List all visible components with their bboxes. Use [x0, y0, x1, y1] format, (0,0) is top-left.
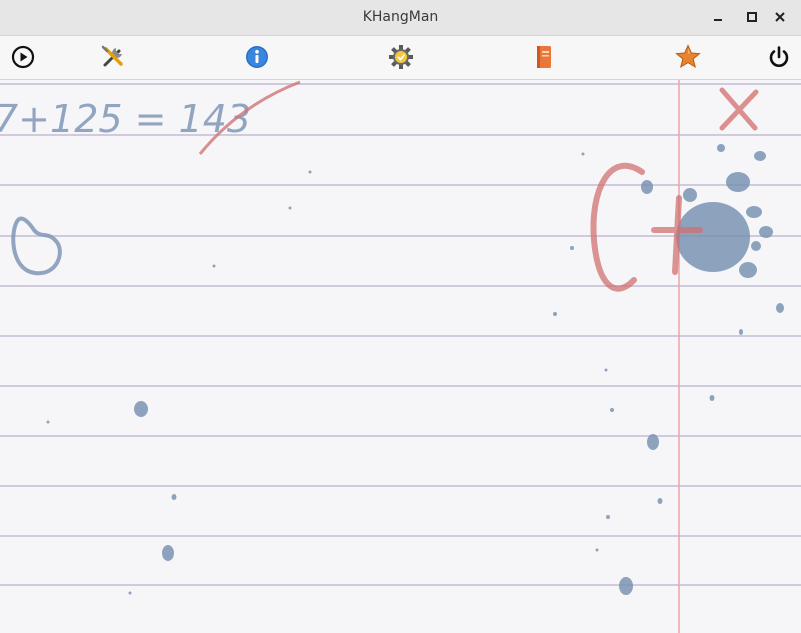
favorites-button[interactable] [672, 41, 704, 73]
equation-doodle: 7+125 = 143 [0, 97, 251, 141]
ink-drops [46, 152, 743, 595]
title-bar: KHangMan [0, 0, 801, 36]
notebook-paper: 7+125 = 143 [0, 80, 801, 633]
main-toolbar [0, 36, 801, 80]
book-icon [537, 46, 551, 68]
minimize-icon[interactable] [709, 8, 727, 26]
quit-button[interactable] [763, 41, 795, 73]
tools-icon [101, 45, 123, 67]
red-x-doodle [719, 87, 759, 131]
settings-button[interactable] [385, 41, 417, 73]
window-title: KHangMan [362, 9, 439, 25]
gear-icon [389, 45, 413, 69]
vocabulary-button[interactable] [528, 41, 560, 73]
game-board: 7+125 = 143 [0, 80, 801, 633]
close-icon[interactable] [771, 8, 789, 26]
app-window: KHangMan 7+125 = 143 [0, 0, 801, 633]
maximize-icon[interactable] [743, 8, 761, 26]
configure-button[interactable] [97, 41, 129, 73]
star-icon [675, 44, 701, 69]
new-game-button[interactable] [7, 41, 39, 73]
about-button[interactable] [241, 41, 273, 73]
power-icon [769, 46, 789, 67]
ruled-lines [0, 83, 801, 586]
heart-doodle [11, 216, 62, 276]
play-circle-icon [11, 45, 35, 69]
info-icon [246, 46, 268, 68]
